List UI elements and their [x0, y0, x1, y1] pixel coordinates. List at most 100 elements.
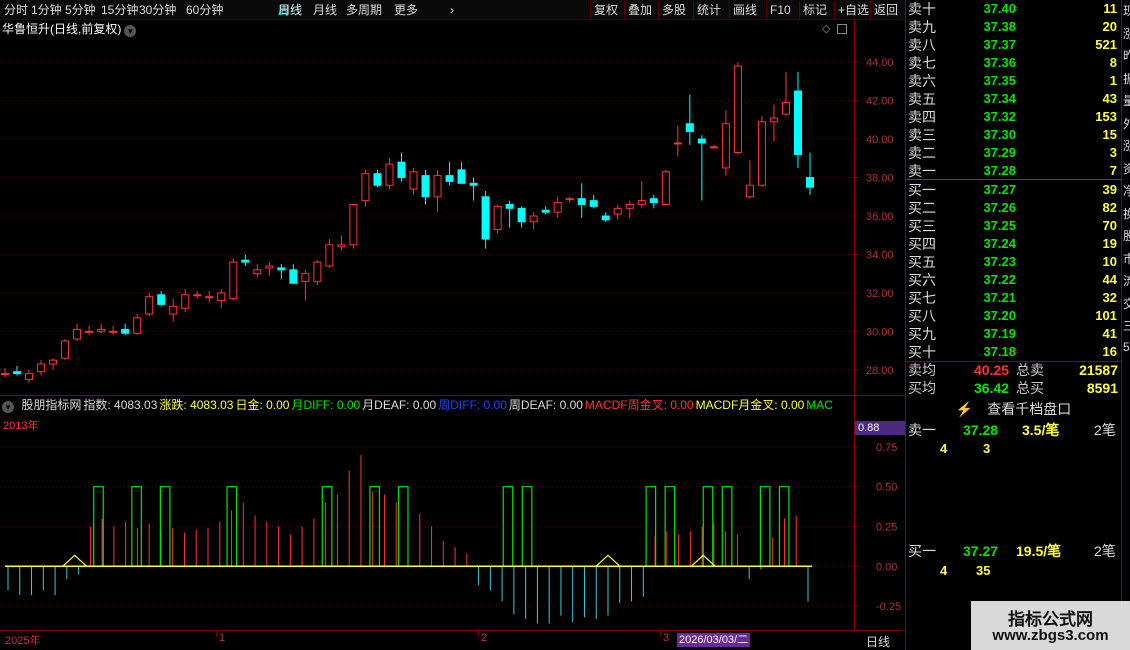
candle[interactable]: [325, 239, 334, 268]
bid-level-row[interactable]: 买三 37.25 70: [906, 217, 1121, 235]
candle[interactable]: [577, 183, 586, 218]
candle[interactable]: [241, 254, 250, 266]
candle[interactable]: [85, 325, 94, 336]
bid-level-row[interactable]: 买十 37.18 ≑ 16: [906, 343, 1121, 361]
ask-level-row[interactable]: 卖七 37.36 8: [906, 54, 1121, 72]
ask-level-row[interactable]: 卖三 37.30 15: [906, 126, 1121, 144]
candle[interactable]: [133, 314, 142, 336]
toolbar-action[interactable]: +自选: [838, 2, 869, 18]
candle[interactable]: [169, 298, 178, 322]
candle[interactable]: [625, 200, 634, 218]
diamond-icon[interactable]: ◇: [822, 22, 830, 35]
ask-level-row[interactable]: 卖八 37.37 521: [906, 36, 1121, 54]
bid-level-row[interactable]: 买五 37.23 10: [906, 253, 1121, 271]
candle[interactable]: [469, 177, 478, 201]
candle[interactable]: [793, 71, 802, 168]
candle[interactable]: [553, 196, 562, 218]
candle[interactable]: [13, 365, 22, 376]
ask-level-row[interactable]: 卖五 37.34 43: [906, 90, 1121, 108]
candle[interactable]: [649, 194, 658, 209]
toolbar-tab[interactable]: 60分钟: [186, 2, 223, 18]
candle[interactable]: [757, 116, 766, 188]
candle[interactable]: [73, 323, 82, 341]
indicator-chart[interactable]: 0.75 0.50 0.25 0.00 -0.25: [0, 415, 905, 630]
candle[interactable]: [277, 264, 286, 280]
candle[interactable]: [49, 358, 58, 370]
candle[interactable]: [409, 167, 418, 195]
ask-level-row[interactable]: 卖六 37.35 1: [906, 72, 1121, 90]
candle[interactable]: [769, 104, 778, 142]
toolbar-tab[interactable]: 1分钟: [31, 2, 62, 18]
candle[interactable]: [565, 196, 574, 203]
candlestick-chart[interactable]: 44.00 42.00 40.00 38.00 36.00 34.00 32.00 30.00…: [0, 37, 905, 395]
toolbar-tab[interactable]: 30分钟: [139, 2, 176, 18]
toolbar-action[interactable]: 复权: [594, 2, 618, 18]
candle[interactable]: [709, 144, 718, 149]
candle[interactable]: [481, 191, 490, 249]
view-full-depth-button[interactable]: ⚡ 查看千档盘口: [906, 399, 1121, 419]
candle[interactable]: [229, 258, 238, 301]
bid-level-row[interactable]: 买二 37.26 82: [906, 199, 1121, 217]
period-label[interactable]: 日线: [866, 633, 890, 650]
candle[interactable]: [145, 292, 154, 316]
toolbar-tab[interactable]: 月线: [313, 2, 337, 18]
toolbar-tab[interactable]: 15分钟: [101, 2, 138, 18]
candle[interactable]: [61, 339, 70, 361]
square-icon[interactable]: [837, 24, 847, 34]
candle[interactable]: [205, 290, 214, 303]
candle[interactable]: [313, 260, 322, 286]
candle[interactable]: [673, 125, 682, 157]
bid-level-row[interactable]: 买一 37.27 39: [906, 181, 1121, 199]
candle[interactable]: [613, 204, 622, 220]
candle[interactable]: [541, 206, 550, 215]
candle[interactable]: [685, 94, 694, 145]
toolbar-tab[interactable]: 分时: [4, 2, 28, 18]
bid-level-row[interactable]: 买六 37.22 44: [906, 271, 1121, 289]
bid-level-row[interactable]: 买七 37.21 32: [906, 289, 1121, 307]
chevron-right-icon[interactable]: ›: [450, 2, 454, 18]
candle[interactable]: [193, 290, 202, 299]
toolbar-action[interactable]: F10: [770, 2, 791, 18]
candle[interactable]: [661, 169, 670, 205]
toolbar-action[interactable]: 多股: [662, 2, 686, 18]
candle[interactable]: [1, 367, 9, 378]
candle[interactable]: [253, 264, 262, 278]
bid-level-row[interactable]: 买四 37.24 19: [906, 235, 1121, 253]
candle[interactable]: [745, 160, 754, 199]
bid-level-row[interactable]: 买九 37.19 41: [906, 325, 1121, 343]
candle[interactable]: [217, 289, 226, 309]
toolbar-tab[interactable]: 更多: [394, 2, 418, 18]
toolbar-action[interactable]: 标记: [803, 2, 827, 18]
candle[interactable]: [349, 203, 358, 249]
candle[interactable]: [181, 289, 190, 313]
candle[interactable]: [385, 158, 394, 190]
candle[interactable]: [121, 323, 130, 336]
candle[interactable]: [37, 360, 46, 376]
candle[interactable]: [517, 206, 526, 228]
toolbar-action[interactable]: 返回: [874, 2, 898, 18]
candle[interactable]: [421, 169, 430, 205]
toolbar-action[interactable]: 统计: [697, 2, 721, 18]
candle[interactable]: [601, 212, 610, 222]
candle[interactable]: [529, 212, 538, 230]
candle[interactable]: [493, 204, 502, 234]
candle[interactable]: [721, 110, 730, 176]
candle[interactable]: [445, 162, 454, 186]
candle[interactable]: [806, 152, 814, 195]
candle[interactable]: [109, 325, 118, 336]
candle[interactable]: [433, 169, 442, 213]
toolbar-action[interactable]: 画线: [733, 2, 757, 18]
candle[interactable]: [301, 269, 310, 301]
ask-level-row[interactable]: 卖十 37.40 ≑ 11: [906, 0, 1121, 18]
candle[interactable]: [457, 162, 466, 184]
toolbar-tab[interactable]: 周线: [278, 2, 302, 18]
candle[interactable]: [637, 181, 646, 209]
toolbar-tab[interactable]: 多周期: [346, 2, 382, 18]
candle[interactable]: [25, 369, 34, 384]
candle[interactable]: [337, 235, 346, 251]
candle[interactable]: [373, 169, 382, 188]
candle[interactable]: [157, 290, 166, 307]
candle[interactable]: [289, 264, 298, 284]
chevron-down-icon[interactable]: ▾: [2, 401, 14, 413]
candle[interactable]: [97, 323, 106, 334]
